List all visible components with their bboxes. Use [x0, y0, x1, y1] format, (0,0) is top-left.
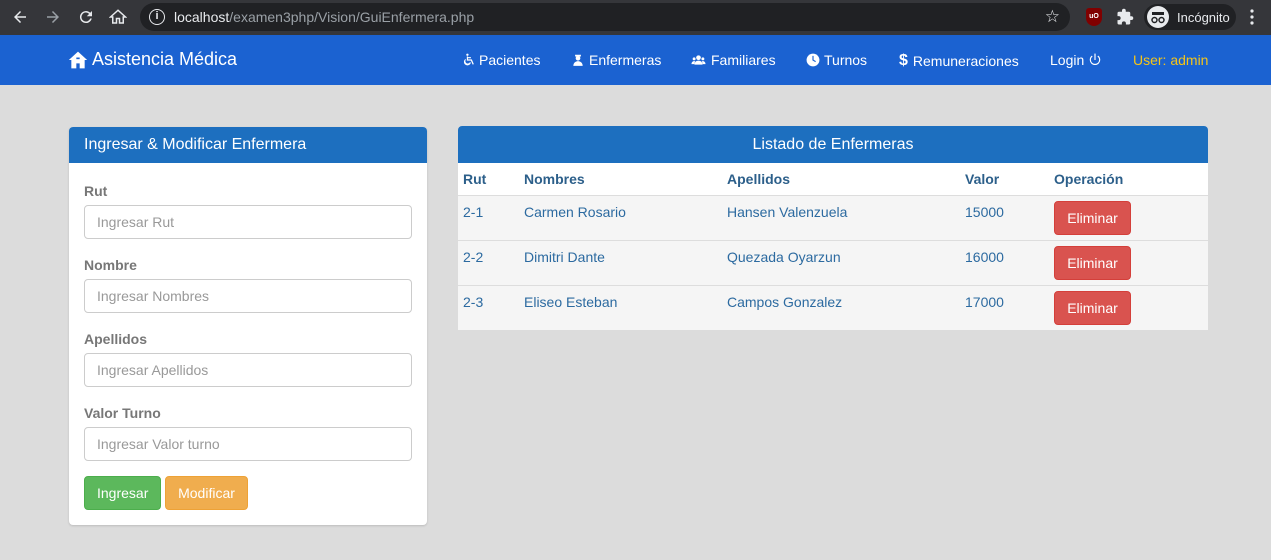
- nav-enfermeras-label: Enfermeras: [589, 52, 662, 68]
- reload-icon[interactable]: [75, 6, 97, 28]
- table-row: 2-3 Eliseo Esteban Campos Gonzalez 17000…: [458, 285, 1208, 330]
- incognito-icon: [1147, 6, 1169, 28]
- nav-login[interactable]: Login: [1050, 52, 1106, 68]
- incognito-badge[interactable]: Incógnito: [1144, 4, 1236, 30]
- dollar-icon: $: [899, 52, 908, 69]
- nav-enfermeras[interactable]: Enfermeras: [571, 52, 661, 68]
- col-apellidos: Apellidos: [727, 170, 791, 187]
- nav-turnos-label: Turnos: [824, 52, 868, 68]
- incognito-label: Incógnito: [1177, 9, 1230, 25]
- nav-login-label: Login: [1050, 52, 1085, 68]
- cell-nombres: Eliseo Esteban: [524, 293, 618, 310]
- col-rut: Rut: [463, 170, 487, 187]
- nurse-table: Rut Nombres Apellidos Valor Operación 2-…: [458, 163, 1208, 330]
- nav-familiares[interactable]: Familiares: [690, 52, 776, 68]
- table-row: 2-1 Carmen Rosario Hansen Valenzuela 150…: [458, 195, 1208, 240]
- valor-turno-label: Valor Turno: [84, 405, 161, 421]
- nav-turnos[interactable]: Turnos: [806, 52, 867, 68]
- col-nombres: Nombres: [524, 170, 585, 187]
- ublock-extension-icon[interactable]: uO: [1086, 8, 1102, 26]
- home-icon[interactable]: [107, 6, 129, 28]
- apellidos-input[interactable]: [84, 353, 412, 387]
- brand-label: Asistencia Médica: [92, 49, 238, 69]
- rut-label: Rut: [84, 183, 108, 199]
- home-icon: [68, 51, 88, 68]
- cell-nombres: Dimitri Dante: [524, 248, 605, 265]
- cell-rut: 2-3: [463, 293, 484, 310]
- table-row: 2-2 Dimitri Dante Quezada Oyarzun 16000 …: [458, 240, 1208, 285]
- nombre-input[interactable]: [84, 279, 412, 313]
- nav-pacientes[interactable]: Pacientes: [461, 52, 540, 68]
- cell-operacion: Eliminar: [1049, 285, 1208, 330]
- url-host: localhost: [174, 9, 230, 25]
- url-path: /examen3php/Vision/GuiEnfermera.php: [229, 9, 475, 25]
- col-valor: Valor: [965, 170, 1000, 187]
- cell-apellidos: Campos Gonzalez: [727, 293, 843, 310]
- clock-icon: [806, 53, 820, 67]
- cell-valor: 17000: [965, 293, 1004, 310]
- nav-familiares-label: Familiares: [711, 52, 776, 68]
- cell-operacion: Eliminar: [1049, 195, 1208, 240]
- cell-apellidos: Quezada Oyarzun: [727, 248, 841, 265]
- power-icon: [1090, 53, 1101, 66]
- list-panel-title: Listado de Enfermeras: [458, 126, 1208, 163]
- forward-icon[interactable]: [42, 6, 64, 28]
- nurse-list-panel: Listado de Enfermeras Rut Nombres Apelli…: [458, 126, 1208, 330]
- nurse-icon: [573, 54, 583, 66]
- eliminar-button[interactable]: Eliminar: [1054, 245, 1131, 280]
- nav-remuneraciones[interactable]: $ Remuneraciones: [899, 52, 1019, 70]
- cell-valor: 16000: [965, 248, 1004, 265]
- browser-toolbar: i localhost/examen3php/Vision/GuiEnferme…: [0, 0, 1271, 35]
- bookmark-star-icon[interactable]: ☆: [1045, 7, 1060, 27]
- nombre-label: Nombre: [84, 257, 137, 273]
- info-icon[interactable]: i: [149, 9, 165, 25]
- cell-nombres: Carmen Rosario: [524, 203, 626, 220]
- table-header-row: Rut Nombres Apellidos Valor Operación: [458, 163, 1208, 195]
- user-indicator[interactable]: User: admin: [1133, 52, 1208, 68]
- users-icon: [691, 55, 706, 65]
- cell-rut: 2-2: [463, 248, 484, 265]
- cell-apellidos: Hansen Valenzuela: [727, 203, 848, 220]
- nav-pacientes-label: Pacientes: [479, 52, 541, 68]
- apellidos-label: Apellidos: [84, 331, 148, 347]
- extensions-puzzle-icon[interactable]: [1116, 8, 1134, 26]
- address-bar[interactable]: i localhost/examen3php/Vision/GuiEnferme…: [140, 3, 1070, 31]
- modificar-button[interactable]: Modificar: [165, 476, 248, 510]
- nurse-form-panel: Ingresar & Modificar Enfermera Rut Nombr…: [69, 127, 427, 525]
- col-operacion: Operación: [1054, 170, 1124, 187]
- brand-link[interactable]: Asistencia Médica: [68, 49, 237, 70]
- back-icon[interactable]: [9, 6, 31, 28]
- form-panel-title: Ingresar & Modificar Enfermera: [69, 127, 427, 163]
- browser-menu-icon[interactable]: [1250, 9, 1254, 25]
- valor-turno-input[interactable]: [84, 427, 412, 461]
- cell-valor: 15000: [965, 203, 1004, 220]
- eliminar-button[interactable]: Eliminar: [1054, 290, 1131, 325]
- ingresar-button[interactable]: Ingresar: [84, 476, 161, 510]
- nav-remuneraciones-label: Remuneraciones: [912, 53, 1019, 69]
- url-text[interactable]: localhost/examen3php/Vision/GuiEnfermera…: [174, 9, 474, 25]
- eliminar-button[interactable]: Eliminar: [1054, 200, 1131, 235]
- top-navbar: Asistencia Médica Pacientes Enfermeras F…: [0, 35, 1271, 85]
- cell-rut: 2-1: [463, 203, 484, 220]
- wheelchair-icon: [463, 53, 474, 66]
- rut-input[interactable]: [84, 205, 412, 239]
- cell-operacion: Eliminar: [1049, 240, 1208, 285]
